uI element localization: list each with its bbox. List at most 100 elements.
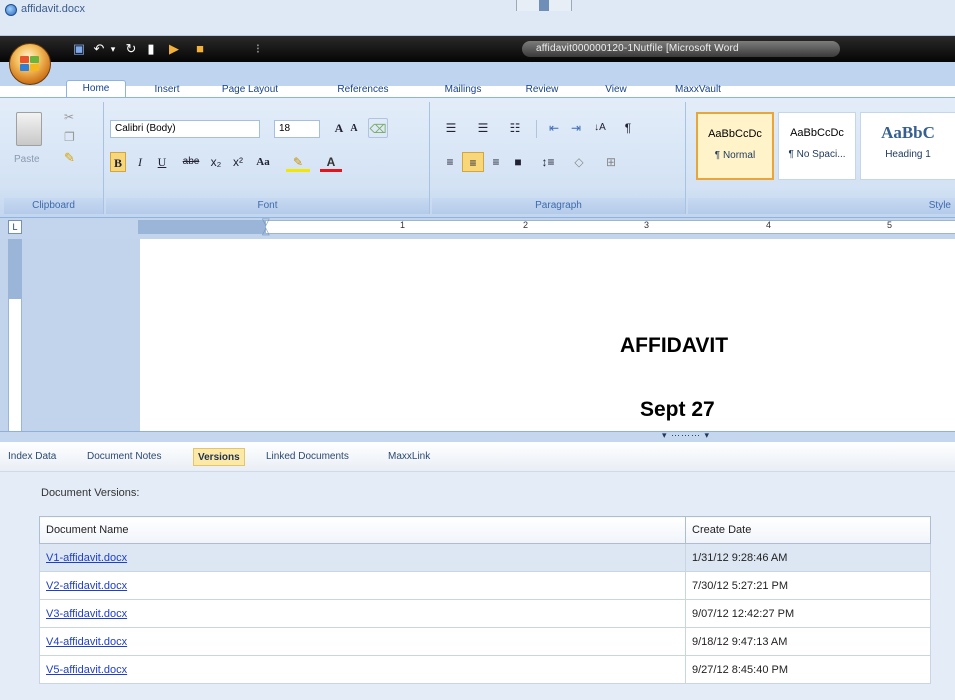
version-date-cell: 9/27/12 8:45:40 PM	[685, 655, 931, 684]
style-no-spacing-sample: AaBbCcDc	[790, 127, 844, 139]
justify-icon[interactable]: ■	[508, 152, 528, 172]
tab-selector-icon[interactable]: L	[8, 220, 22, 234]
column-header-create-date[interactable]: Create Date	[685, 516, 931, 544]
splitter-grip-icon[interactable]: ▾ ⋯⋯⋯ ▾	[646, 431, 726, 442]
copy-icon[interactable]: ❐	[64, 130, 78, 144]
cut-icon[interactable]: ✂	[64, 110, 78, 124]
font-size-combo[interactable]: 18	[274, 120, 320, 138]
shading-icon[interactable]: ◇	[566, 152, 592, 172]
tab-document-notes[interactable]: Document Notes	[87, 448, 161, 466]
table-header-row: Document Name Create Date	[39, 516, 931, 544]
indent-marker-icon[interactable]: ▽ △	[262, 218, 272, 237]
version-link[interactable]: V5-affidavit.docx	[46, 664, 127, 676]
tab-home[interactable]: Home	[66, 80, 126, 98]
superscript-button[interactable]: x²	[228, 152, 248, 172]
version-date-cell: 7/30/12 5:27:21 PM	[685, 571, 931, 600]
version-link[interactable]: V2-affidavit.docx	[46, 580, 127, 592]
version-link[interactable]: V1-affidavit.docx	[46, 552, 127, 564]
customize-qat-icon[interactable]: ⁝	[252, 40, 264, 58]
document-page[interactable]	[140, 239, 955, 431]
separator	[536, 120, 537, 138]
version-name-cell: V2-affidavit.docx	[39, 571, 686, 600]
table-row[interactable]: V4-affidavit.docx 9/18/12 9:47:13 AM	[39, 627, 931, 656]
borders-icon[interactable]: ⊞	[598, 152, 624, 172]
font-color-button[interactable]: A	[320, 152, 342, 172]
table-row[interactable]: V5-affidavit.docx 9/27/12 8:45:40 PM	[39, 655, 931, 684]
strikethrough-button[interactable]: abe	[180, 152, 202, 172]
table-row[interactable]: V2-affidavit.docx 7/30/12 5:27:21 PM	[39, 571, 931, 600]
splitter-handle[interactable]	[539, 0, 549, 11]
tab-index-data[interactable]: Index Data	[8, 448, 56, 466]
versions-heading: Document Versions:	[41, 487, 140, 499]
format-painter-icon[interactable]: ✎	[64, 150, 78, 165]
document-globe-icon	[5, 4, 17, 16]
version-name-cell: V1-affidavit.docx	[39, 543, 686, 572]
tab-maxxlink[interactable]: MaxxLink	[388, 448, 430, 466]
align-left-icon[interactable]: ≡	[440, 152, 460, 172]
ruler-number: 5	[887, 220, 893, 230]
underline-button[interactable]: U	[154, 152, 170, 172]
italic-button[interactable]: I	[132, 152, 148, 172]
style-no-spacing-name: ¶ No Spaci...	[788, 149, 846, 160]
show-formatting-icon[interactable]: ¶	[618, 118, 638, 138]
window-title: affidavit000000120-1Nutfile [Microsoft W…	[522, 41, 840, 57]
align-right-icon[interactable]: ≡	[486, 152, 506, 172]
style-normal[interactable]: AaBbCcDc ¶ Normal	[696, 112, 774, 180]
clipboard-group: Paste ✂ ❐ ✎ Clipboard	[4, 102, 104, 214]
tab-versions[interactable]: Versions	[193, 448, 245, 466]
font-group-label: Font	[106, 198, 429, 214]
ruler-number: 1	[400, 220, 406, 230]
document-date: Sept 27	[640, 398, 715, 421]
paste-label[interactable]: Paste	[14, 154, 40, 165]
office-logo-icon	[20, 56, 40, 72]
app-window: affidavit.docx ▣ ↶ ▾ ↻ ▮ ▶ ■ ⁝ affidavit…	[0, 0, 955, 700]
version-link[interactable]: V4-affidavit.docx	[46, 636, 127, 648]
style-no-spacing[interactable]: AaBbCcDc ¶ No Spaci...	[778, 112, 856, 180]
numbering-icon[interactable]: ☰	[472, 118, 494, 138]
highlight-color-icon[interactable]: ✎	[286, 152, 310, 172]
redo-icon[interactable]: ↻	[124, 40, 138, 58]
version-name-cell: V3-affidavit.docx	[39, 599, 686, 628]
ruler-margin	[138, 221, 266, 233]
style-heading-1[interactable]: AaBbC Heading 1	[860, 112, 955, 180]
tab-linked-documents[interactable]: Linked Documents	[266, 448, 349, 466]
column-header-document-name[interactable]: Document Name	[39, 516, 686, 544]
undo-dropdown-icon[interactable]: ▾	[108, 40, 118, 58]
version-link[interactable]: V3-affidavit.docx	[46, 608, 127, 620]
multilevel-list-icon[interactable]: ☷	[504, 118, 526, 138]
font-group: Calibri (Body) 18 A A ⌫ B I U abe x₂ x² …	[106, 102, 430, 214]
new-document-icon[interactable]: ▮	[144, 40, 158, 58]
table-row[interactable]: V3-affidavit.docx 9/07/12 12:42:27 PM	[39, 599, 931, 628]
paragraph-group-label: Paragraph	[432, 198, 685, 214]
office-button[interactable]	[9, 43, 51, 85]
version-date-cell: 1/31/12 9:28:46 AM	[685, 543, 931, 572]
change-case-button[interactable]: Aa	[252, 152, 274, 172]
styles-group-label: Style	[688, 198, 955, 214]
line-spacing-icon[interactable]: ↕≡	[536, 152, 560, 172]
folder-icon[interactable]: ■	[190, 40, 210, 58]
bullets-icon[interactable]: ☰	[440, 118, 462, 138]
vertical-ruler-margin	[9, 239, 21, 299]
undo-icon[interactable]: ↶	[92, 40, 106, 58]
ruler-number: 2	[523, 220, 529, 230]
versions-table: Document Name Create Date V1-affidavit.d…	[39, 516, 931, 684]
bold-button[interactable]: B	[110, 152, 126, 172]
save-icon[interactable]: ▣	[72, 40, 86, 58]
top-splitter[interactable]	[516, 0, 572, 11]
subscript-button[interactable]: x₂	[206, 152, 226, 172]
table-row[interactable]: V1-affidavit.docx 1/31/12 9:28:46 AM	[39, 543, 931, 572]
align-center-icon[interactable]: ≡	[462, 152, 484, 172]
sort-icon[interactable]: ↓A	[590, 118, 610, 138]
font-name-combo[interactable]: Calibri (Body)	[110, 120, 260, 138]
decrease-indent-icon[interactable]: ⇤	[544, 118, 564, 138]
open-folder-icon[interactable]: ▶	[164, 40, 184, 58]
grow-font-button[interactable]: A	[332, 118, 346, 138]
paste-icon[interactable]	[16, 112, 42, 146]
pane-splitter[interactable]	[0, 431, 955, 442]
shrink-font-button[interactable]: A	[348, 119, 360, 139]
style-heading-1-sample: AaBbC	[881, 123, 935, 142]
clear-formatting-icon[interactable]: ⌫	[368, 118, 388, 138]
document-heading: AFFIDAVIT	[620, 334, 729, 357]
increase-indent-icon[interactable]: ⇥	[566, 118, 586, 138]
host-header: affidavit.docx	[0, 0, 955, 36]
